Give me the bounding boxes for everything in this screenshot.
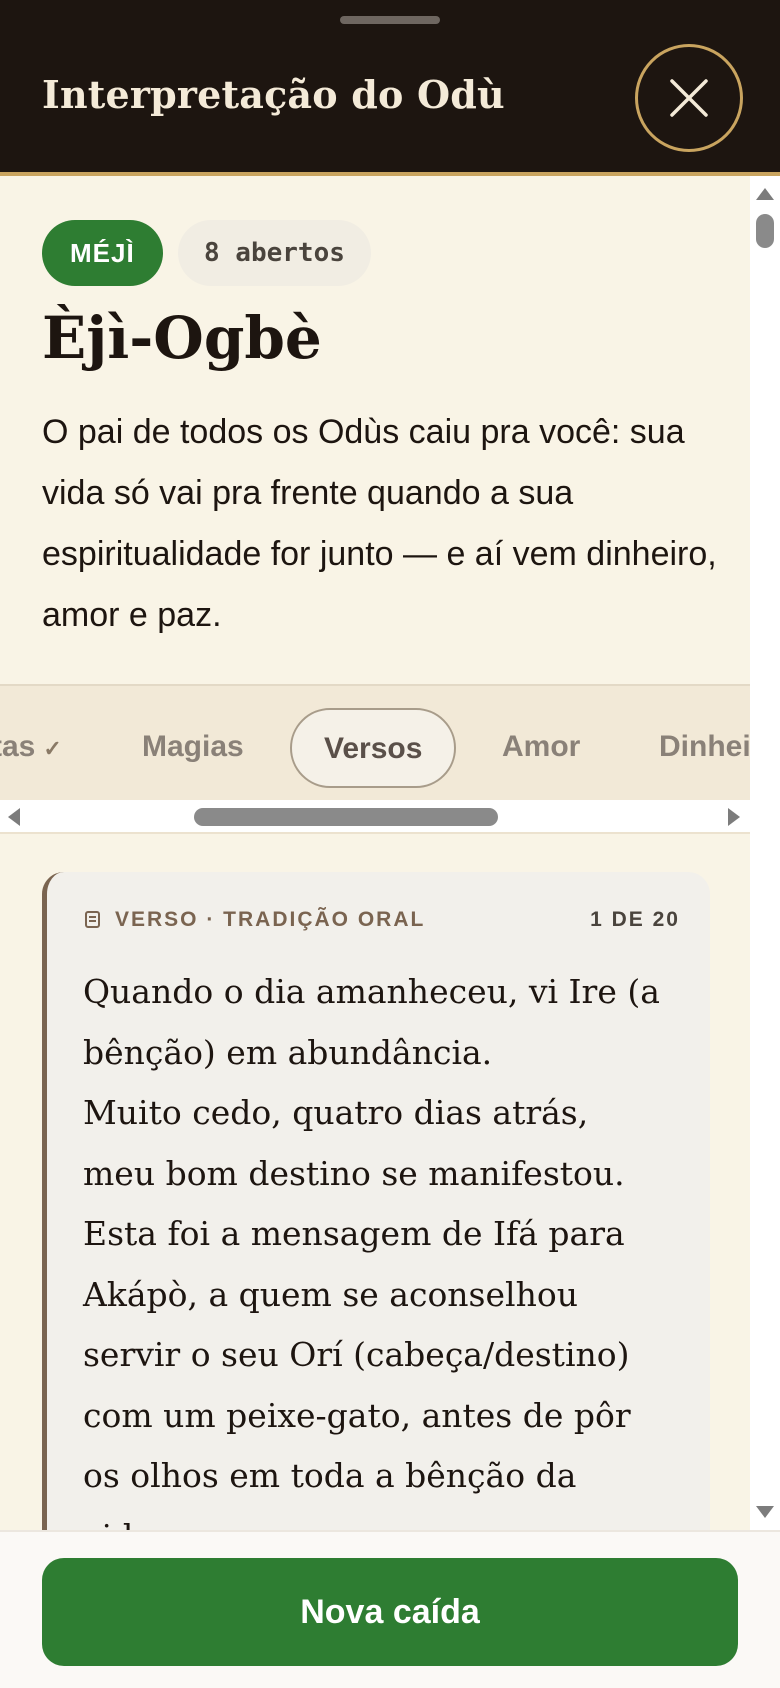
check-icon: ✓: [43, 736, 62, 761]
scroll-left-arrow-icon[interactable]: [8, 808, 20, 826]
tab-label: Magias: [142, 730, 244, 763]
drag-handle[interactable]: [340, 16, 440, 24]
tab-dinheiro-partial[interactable]: Dinhei: [659, 708, 750, 788]
sheet-footer: Nova caída: [0, 1530, 780, 1688]
scrollbar-thumb[interactable]: [756, 214, 774, 248]
verse-card: VERSO · TRADIÇÃO ORAL 1 DE 20 Quando o d…: [42, 872, 710, 1530]
tabs-horizontal-scrollbar[interactable]: [0, 800, 750, 834]
verse-line: Esta foi a mensagem de Ifá para: [83, 1214, 625, 1253]
verse-line: com um peixe-gato, antes de pôr: [83, 1395, 631, 1435]
tab-amor[interactable]: Amor: [502, 708, 580, 788]
opened-count-badge: 8 abertos: [178, 220, 371, 286]
verse-line: vida.: [83, 1507, 683, 1531]
verse-line: Muito cedo, quatro dias atrás,: [83, 1093, 589, 1132]
close-icon: [670, 79, 708, 117]
verse-line: servir o seu Orí (cabeça/destino): [83, 1335, 630, 1374]
content-vertical-scrollbar[interactable]: [750, 176, 780, 1530]
tab-versos[interactable]: Versos: [290, 708, 457, 788]
odu-name: Èjì-Ogbè: [42, 304, 322, 372]
tab-bar: tas ✓ Magias Versos Amor Dinhei: [0, 684, 750, 800]
verse-text: Quando o dia amanheceu, vi Ire (a bênção…: [83, 962, 683, 1530]
scrollbar-thumb[interactable]: [194, 808, 498, 826]
tab-magias[interactable]: Magias: [142, 708, 244, 788]
tab-label: Amor: [502, 730, 581, 763]
tab-label: tas: [0, 730, 36, 763]
verse-line: os olhos em toda a bênção da: [83, 1456, 577, 1495]
odu-type-badge: MÉJÌ: [42, 220, 163, 286]
verse-line: bênção) em abundância.: [83, 1032, 493, 1072]
verse-line: meu bom destino se manifestou.: [83, 1153, 625, 1193]
tab-label: Versos: [324, 732, 423, 765]
odu-summary: O pai de todos os Odùs caiu pra você: su…: [42, 413, 717, 634]
verse-source: VERSO · TRADIÇÃO ORAL: [115, 908, 426, 931]
close-button[interactable]: [635, 44, 743, 152]
verse-card-label: VERSO · TRADIÇÃO ORAL: [83, 908, 425, 932]
tab-previous-partial[interactable]: tas ✓: [0, 708, 62, 788]
tab-label: Dinhei: [659, 730, 750, 763]
scroll-up-arrow-icon[interactable]: [756, 188, 774, 200]
verse-counter: 1 DE 20: [590, 908, 680, 931]
sheet-header: Interpretação do Odù: [0, 0, 780, 176]
scroll-icon: [85, 911, 100, 928]
verse-line: Akápò, a quem se aconselhou: [83, 1274, 578, 1314]
sheet-title: Interpretação do Odù: [42, 72, 505, 117]
nova-caida-button[interactable]: Nova caída: [42, 1558, 738, 1666]
content-panel: MÉJÌ 8 abertos Èjì-Ogbè O pai de todos o…: [0, 176, 750, 1530]
scroll-right-arrow-icon[interactable]: [728, 808, 740, 826]
scroll-down-arrow-icon[interactable]: [756, 1506, 774, 1518]
verse-line: Quando o dia amanheceu, vi Ire (a: [83, 972, 660, 1011]
